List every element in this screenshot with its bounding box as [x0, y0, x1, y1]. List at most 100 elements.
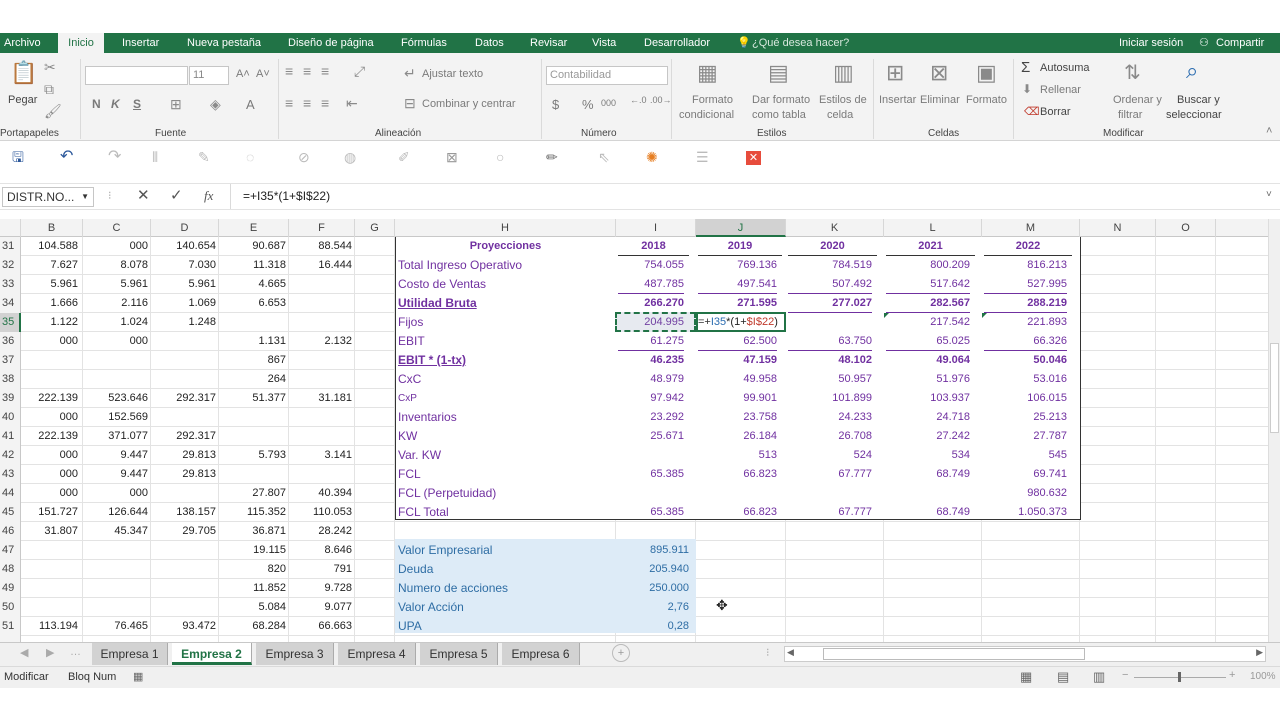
cell-value[interactable]: 104.588 [21, 237, 78, 256]
format-table-label-1[interactable]: Dar formato [752, 94, 810, 106]
row-header[interactable]: 48 [0, 560, 21, 579]
cell-styles-label-1[interactable]: Estilos de [819, 94, 867, 106]
cell-value[interactable]: 1.666 [21, 294, 78, 313]
projection-value[interactable]: 62.500 [698, 332, 777, 351]
projection-value[interactable]: 277.027 [788, 294, 872, 313]
cell-value[interactable]: 1.131 [219, 332, 286, 351]
projection-value[interactable]: 106.015 [984, 389, 1067, 408]
conditional-format-label-2[interactable]: condicional [679, 109, 734, 121]
row-header[interactable]: 40 [0, 408, 21, 427]
cell-value[interactable]: 29.705 [151, 522, 216, 541]
fill-color-icon[interactable]: ◈ [210, 96, 221, 112]
projection-value[interactable]: 101.899 [788, 389, 872, 408]
name-box[interactable]: DISTR.NO... ▼ [2, 187, 94, 207]
tab-home[interactable]: Inicio [58, 33, 104, 53]
projection-value[interactable]: 66.823 [698, 465, 777, 484]
projection-value[interactable]: 46.235 [618, 351, 684, 370]
sheet-tab-empresa-6[interactable]: Empresa 6 [502, 643, 580, 665]
cell-value[interactable]: 113.194 [21, 617, 78, 636]
row-header[interactable]: 37 [0, 351, 21, 370]
row-header[interactable]: 51 [0, 617, 21, 636]
projection-value[interactable]: 26.708 [788, 427, 872, 446]
save-icon[interactable]: 🖫 [12, 149, 24, 165]
vertical-scrollbar[interactable] [1268, 219, 1280, 642]
sign-in-link[interactable]: Iniciar sesión [1119, 33, 1183, 53]
row-header[interactable]: 39 [0, 389, 21, 408]
merge-center-button[interactable]: Combinar y centrar [422, 98, 516, 110]
orientation-icon[interactable]: ⤢ [354, 63, 365, 79]
horizontal-scrollbar[interactable]: ◀ ▶ [784, 646, 1266, 662]
cell-value[interactable]: 5.961 [83, 275, 148, 294]
fill-button[interactable]: Rellenar [1040, 84, 1081, 96]
projection-value[interactable]: 65.025 [886, 332, 970, 351]
format-painter-icon[interactable]: 🖌 [44, 103, 62, 119]
formula-input[interactable]: =+I35*(1+$I$22) [243, 189, 330, 203]
cell-styles-icon[interactable]: ▥ [833, 61, 854, 85]
clear-button[interactable]: Borrar [1040, 106, 1071, 118]
projection-value[interactable]: 48.102 [788, 351, 872, 370]
cell-value[interactable]: 152.569 [83, 408, 148, 427]
cell-value[interactable]: 19.115 [219, 541, 286, 560]
tell-me-search[interactable]: ¿Qué desea hacer? [752, 33, 849, 53]
tab-insert[interactable]: Insertar [122, 33, 159, 53]
cell-value[interactable]: 791 [289, 560, 352, 579]
row-header[interactable]: 34 [0, 294, 21, 313]
projection-value[interactable]: 487.785 [618, 275, 684, 294]
enter-check-icon[interactable]: ✓ [170, 186, 183, 204]
cell-value[interactable]: 292.317 [151, 427, 216, 446]
row-header[interactable]: 35 [0, 313, 21, 332]
collapse-ribbon-icon[interactable]: ˄ [1266, 125, 1272, 137]
projection-value[interactable]: 221.893 [984, 313, 1067, 332]
projection-value[interactable]: 67.777 [788, 503, 872, 522]
cell-value[interactable]: 867 [219, 351, 286, 370]
pointer-icon[interactable]: ⇖ [598, 149, 610, 165]
next-sheet-icon[interactable]: ▶ [46, 646, 54, 659]
row-header[interactable]: 44 [0, 484, 21, 503]
projection-value[interactable]: 49.958 [698, 370, 777, 389]
projection-value[interactable]: 534 [886, 446, 970, 465]
align-top-icon[interactable]: ≡ [285, 63, 293, 79]
decrease-decimal-icon[interactable]: .00→ [650, 95, 672, 105]
projection-value[interactable]: 103.937 [886, 389, 970, 408]
projection-value[interactable]: 513 [698, 446, 777, 465]
projection-value[interactable]: 53.016 [984, 370, 1067, 389]
projection-value[interactable]: 65.385 [618, 503, 684, 522]
zoom-level[interactable]: 100% [1250, 671, 1276, 682]
projection-value[interactable]: 49.064 [886, 351, 970, 370]
projection-value[interactable]: 217.542 [886, 313, 970, 332]
valuation-value[interactable]: 0,28 [618, 617, 689, 636]
more-sheets-icon[interactable]: … [70, 646, 81, 658]
cell-value[interactable]: 000 [83, 332, 148, 351]
cell-value[interactable]: 5.961 [21, 275, 78, 294]
column-header[interactable]: I [616, 219, 696, 237]
row-header[interactable]: 32 [0, 256, 21, 275]
cell-value[interactable]: 523.646 [83, 389, 148, 408]
column-header[interactable]: O [1156, 219, 1216, 237]
projection-value[interactable]: 980.632 [984, 484, 1067, 503]
scroll-right-icon[interactable]: ▶ [1256, 647, 1263, 658]
cell-value[interactable]: 40.394 [289, 484, 352, 503]
cell-value[interactable]: 5.793 [219, 446, 286, 465]
tab-view[interactable]: Vista [592, 33, 616, 53]
new-sheet-button[interactable]: + [612, 644, 630, 662]
conditional-format-icon[interactable]: ▦ [697, 61, 718, 85]
fill-icon[interactable]: ⬇ [1022, 81, 1032, 97]
cell-value[interactable]: 7.627 [21, 256, 78, 275]
projection-value[interactable]: 769.136 [698, 256, 777, 275]
circle-icon[interactable]: ○ [496, 149, 504, 165]
projection-value[interactable]: 66.823 [698, 503, 777, 522]
column-header[interactable]: M [982, 219, 1080, 237]
cell-value[interactable]: 31.807 [21, 522, 78, 541]
cell-value[interactable]: 68.284 [219, 617, 286, 636]
cell-value[interactable]: 2.132 [289, 332, 352, 351]
undo-icon[interactable]: ↶ [60, 149, 73, 165]
indent-icon[interactable]: ⇤ [346, 95, 358, 111]
cell-value[interactable]: 2.116 [83, 294, 148, 313]
projection-value[interactable]: 63.750 [788, 332, 872, 351]
projection-value[interactable]: 527.995 [984, 275, 1067, 294]
row-header[interactable]: 46 [0, 522, 21, 541]
cell-value[interactable]: 8.078 [83, 256, 148, 275]
cell-value[interactable]: 1.024 [83, 313, 148, 332]
list-icon[interactable]: ☰ [696, 149, 709, 165]
projection-value[interactable]: 1.050.373 [984, 503, 1067, 522]
